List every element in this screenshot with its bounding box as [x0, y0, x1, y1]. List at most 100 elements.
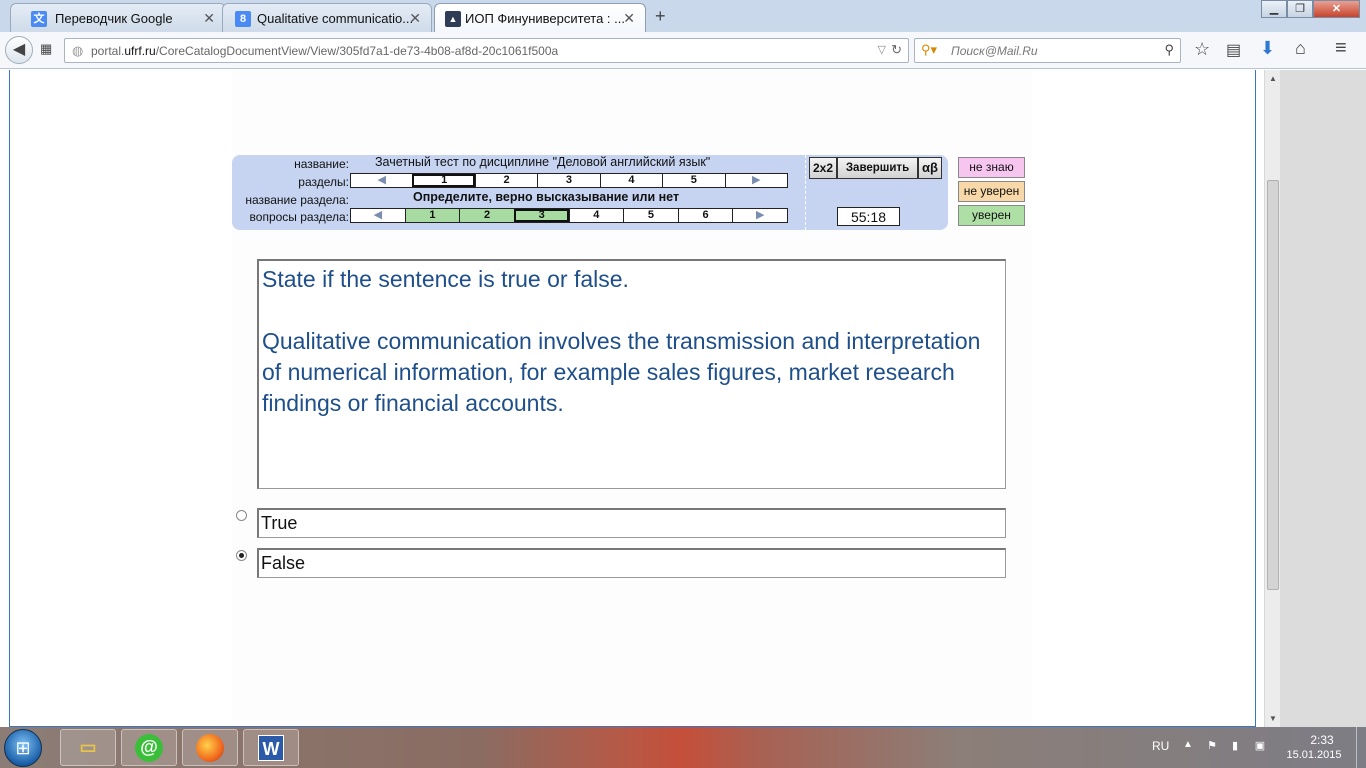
question-text: Qualitative communication involves the t…: [262, 328, 981, 416]
search-engine-icon[interactable]: ⚲▾: [921, 42, 937, 58]
globe-icon: ◍: [72, 43, 84, 58]
firefox-logo: [196, 734, 224, 762]
action-center-flag-icon[interactable]: ⚑: [1205, 739, 1219, 753]
not-sure-button[interactable]: не уверен: [958, 181, 1025, 202]
search-bar[interactable]: ⚲▾ Поиск@Mail.Ru ⚲: [914, 38, 1181, 63]
language-indicator[interactable]: RU: [1152, 739, 1169, 753]
tab-groups-icon[interactable]: ▦: [40, 41, 52, 57]
show-hidden-icons-icon[interactable]: ▲: [1183, 739, 1193, 750]
answer-option-false[interactable]: False: [232, 548, 1012, 580]
question-1[interactable]: 1: [404, 209, 460, 222]
tab-google-translate[interactable]: 文 Переводчик Google ✕: [10, 3, 226, 32]
question-3[interactable]: 3: [513, 209, 569, 222]
start-button[interactable]: ⊞: [4, 729, 42, 767]
windows-logo-icon: ⊞: [15, 738, 31, 758]
home-icon[interactable]: ⌂: [1295, 38, 1306, 59]
downloads-icon[interactable]: ⬇: [1260, 38, 1275, 59]
page-frame-border: [9, 70, 10, 727]
firefox-icon[interactable]: [182, 729, 238, 766]
test-title: Зачетный тест по дисциплине "Деловой анг…: [375, 155, 711, 169]
question-2[interactable]: 2: [459, 209, 514, 222]
questions-prev-arrow-icon[interactable]: ◀: [351, 209, 405, 222]
google-search-icon: 8: [235, 11, 251, 27]
tab-label: Qualitative communicatio...: [257, 11, 414, 26]
new-tab-button[interactable]: +: [655, 6, 666, 27]
test-header-panel: название: разделы: название раздела: воп…: [232, 155, 948, 230]
minimize-button[interactable]: ▁: [1261, 0, 1287, 18]
question-6[interactable]: 6: [677, 209, 733, 222]
navigation-bar: ◀ ▦ ◍ portal.ufrf.ru/CoreCatalogDocument…: [0, 32, 1366, 69]
sections-navigator: ◀ 1 2 3 4 5 ▶: [350, 173, 788, 188]
section-5[interactable]: 5: [662, 174, 724, 187]
questions-navigator: ◀ 1 2 3 4 5 6 ▶: [350, 208, 788, 223]
radio-button[interactable]: [236, 510, 247, 521]
graduation-cap-icon: ▲: [445, 11, 461, 27]
menu-icon[interactable]: ≡: [1335, 37, 1347, 60]
file-explorer-icon[interactable]: ▭: [60, 729, 116, 766]
dropdown-arrow-icon[interactable]: ▽: [878, 43, 886, 56]
maximize-button[interactable]: ❐: [1287, 0, 1313, 18]
question-next-arrow-icon[interactable]: ▶: [732, 209, 787, 222]
power-icon[interactable]: ▮: [1228, 739, 1242, 753]
section-1[interactable]: 1: [412, 174, 475, 187]
close-icon[interactable]: ✕: [203, 10, 215, 27]
bookmark-star-icon[interactable]: ☆: [1194, 39, 1210, 60]
question-4[interactable]: 4: [568, 209, 624, 222]
bookmarks-list-icon[interactable]: ▤: [1226, 40, 1241, 60]
dont-know-button[interactable]: не знаю: [958, 157, 1025, 178]
section-next-arrow-icon[interactable]: ▶: [724, 174, 787, 187]
google-translate-icon: 文: [31, 11, 47, 27]
timer: 55:18: [837, 207, 900, 226]
page-frame-border: [1255, 70, 1256, 727]
close-icon[interactable]: ✕: [623, 10, 635, 27]
vertical-scrollbar[interactable]: ▲ ▼: [1264, 70, 1280, 727]
back-arrow-icon: ◀: [12, 41, 26, 58]
window-close-button[interactable]: ✕: [1313, 0, 1360, 18]
radio-button[interactable]: [236, 550, 247, 561]
windows-taskbar: ⊞ ▭ @ W RU ▲ ⚑ ▮ ▣ 2:33 15.01.2015: [0, 727, 1366, 768]
clock-date[interactable]: 15.01.2015: [1283, 749, 1345, 761]
label-sections: разделы:: [298, 175, 349, 189]
question-box: State if the sentence is true or false. …: [257, 259, 1006, 489]
word-icon[interactable]: W: [243, 729, 299, 766]
tab-label: Переводчик Google: [55, 11, 173, 26]
url-host: ufrf.ru: [124, 44, 156, 58]
answer-option-true[interactable]: True: [232, 508, 1012, 540]
finish-button[interactable]: Завершить: [837, 157, 918, 179]
browser-titlebar: 文 Переводчик Google ✕ 8 Qualitative comm…: [0, 0, 1366, 32]
show-desktop-button[interactable]: [1356, 727, 1366, 768]
tab-qualitative-communication[interactable]: 8 Qualitative communicatio... ✕: [222, 3, 432, 32]
reload-icon[interactable]: ↻: [891, 42, 902, 58]
question-5[interactable]: 5: [623, 209, 678, 222]
page-margin: [1280, 70, 1366, 727]
url-path: /CoreCatalogDocumentView/View/305fd7a1-d…: [155, 44, 559, 58]
answer-label[interactable]: False: [257, 548, 1006, 578]
close-icon[interactable]: ✕: [409, 10, 421, 27]
section-title: Определите, верно высказывание или нет: [413, 190, 680, 204]
mail-agent-glyph: @: [135, 734, 163, 762]
label-section-questions: вопросы раздела:: [249, 210, 349, 224]
section-4[interactable]: 4: [599, 174, 662, 187]
mail-agent-icon[interactable]: @: [121, 729, 177, 766]
search-icon[interactable]: ⚲: [1164, 42, 1174, 58]
network-icon[interactable]: ▣: [1253, 739, 1267, 753]
calculator-button[interactable]: 2x2: [809, 157, 837, 179]
tab-label: ИОП Финуниверситета : ...: [465, 11, 625, 26]
sections-prev-arrow-icon[interactable]: ◀: [351, 174, 412, 187]
url-prefix: portal.: [91, 44, 125, 58]
word-glyph: W: [258, 735, 284, 761]
section-2[interactable]: 2: [474, 174, 537, 187]
clock-time[interactable]: 2:33: [1297, 733, 1347, 747]
label-section-name: название раздела:: [245, 193, 349, 207]
sure-button[interactable]: уверен: [958, 205, 1025, 226]
answer-label[interactable]: True: [257, 508, 1006, 538]
greek-letters-button[interactable]: αβ: [918, 157, 942, 179]
scroll-up-arrow-icon[interactable]: ▲: [1269, 74, 1277, 83]
scroll-down-arrow-icon[interactable]: ▼: [1269, 714, 1277, 723]
back-button[interactable]: ◀: [5, 36, 33, 64]
section-3[interactable]: 3: [537, 174, 599, 187]
tab-iop-finuniversity[interactable]: ▲ ИОП Финуниверситета : ... ✕: [434, 3, 646, 32]
url-bar[interactable]: ◍ portal.ufrf.ru/CoreCatalogDocumentView…: [64, 38, 909, 63]
scroll-thumb[interactable]: [1267, 180, 1279, 590]
radio-selected-dot: [239, 553, 244, 558]
